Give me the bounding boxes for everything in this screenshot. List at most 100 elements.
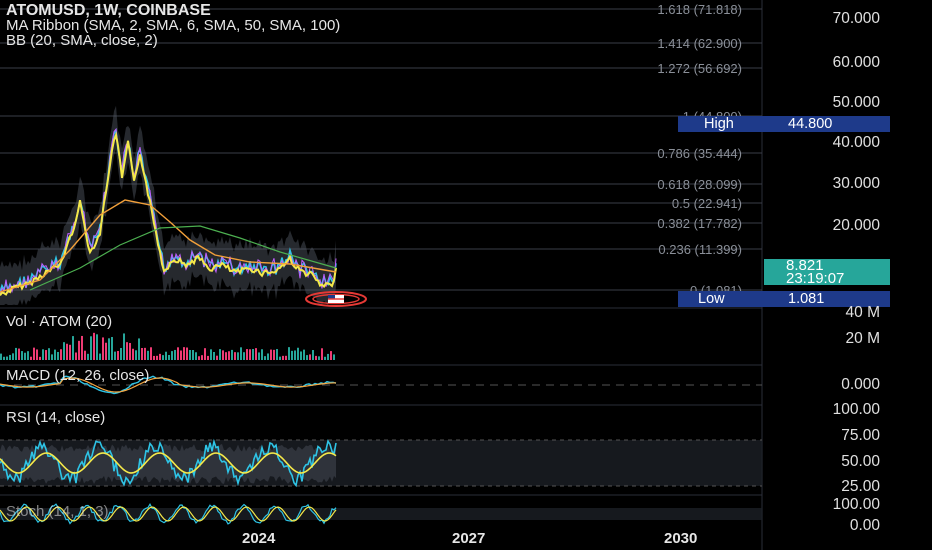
volume-bar [189,349,191,360]
volume-bar [93,332,95,360]
rsi-tick: 100.00 [832,401,880,418]
volume-bar [117,351,119,360]
volume-bar [69,344,71,360]
volume-bar [240,347,242,360]
volume-bar [318,356,320,360]
volume-bar [264,356,266,360]
volume-bar [246,349,248,360]
high-tag-label: High [704,116,734,132]
volume-bar [9,354,11,360]
volume-bar [18,348,20,360]
volume-bar [108,338,110,360]
volume-bar [228,351,230,360]
volume-bar [279,356,281,360]
volume-bar [120,348,122,360]
volume-bar [48,348,50,360]
volume-bar [150,347,152,360]
volume-bar [135,350,137,360]
volume-bar [183,347,185,360]
volume-bar [321,348,323,360]
volume-bar [174,349,176,360]
volume-bar [282,355,284,360]
volume-bar [207,355,209,360]
volume-bar [90,336,92,360]
bar-countdown: 23:19:07 [786,270,845,287]
rsi-bb-band [0,444,336,484]
stoch-legend[interactable]: Stoch (14, 1, 3) [6,503,109,520]
volume-bar [12,353,14,360]
volume-bar [177,347,179,360]
volume-bar [219,349,221,360]
volume-bar [288,347,290,360]
volume-bar [309,354,311,360]
volume-bar [330,351,332,360]
rsi-pane [0,438,762,488]
volume-bar [315,355,317,360]
current-price-tag: 8.821 23:19:07 [764,258,890,287]
flag-marker-icon[interactable] [305,291,367,307]
volume-bar [159,353,161,360]
volume-bar [126,342,128,360]
volume-bar [261,349,263,360]
volume-bar [30,356,32,360]
volume-bar [138,338,140,360]
volume-bar [300,351,302,360]
rsi-tick: 50.00 [841,453,880,470]
volume-bar [165,351,167,360]
volume-pane [0,332,335,360]
volume-bar [213,352,215,360]
volume-bar [162,355,164,360]
stoch-pane [0,503,762,525]
volume-bar [225,352,227,360]
volume-bar [33,347,35,360]
volume-bar [255,348,257,360]
volume-bar [3,356,5,360]
price-tick: 50.000 [832,94,880,111]
volume-legend[interactable]: Vol · ATOM (20) [6,313,112,330]
volume-bar [234,352,236,360]
volume-bar [27,351,29,360]
volume-bar [114,351,116,360]
bb-legend[interactable]: BB (20, SMA, close, 2) [6,32,158,49]
volume-bar [132,348,134,360]
volume-bar [105,342,107,360]
volume-bar [243,352,245,360]
fib-label: 0.5 (22.941) [671,196,742,211]
volume-bar [111,336,113,360]
volume-bar [294,350,296,360]
volume-bar [258,352,260,360]
volume-bar [285,355,287,360]
volume-bar [276,349,278,360]
volume-bar [15,347,17,360]
rsi-legend[interactable]: RSI (14, close) [6,409,105,426]
volume-bar [102,337,104,360]
volume-bar [75,352,77,360]
volume-bar [72,336,74,360]
volume-bar [39,356,41,360]
volume-bar [216,355,218,360]
volume-bar [231,349,233,360]
volume-bar [66,343,68,360]
volume-bar [252,349,254,360]
macd-legend[interactable]: MACD (12, 26, close) [6,367,149,384]
volume-bar [204,348,206,360]
volume-bar [54,349,56,360]
volume-bar [153,355,155,360]
volume-bar [51,354,53,360]
volume-bar [273,349,275,360]
volume-bar [249,349,251,360]
low-tag-value: 1.081 [788,291,825,307]
volume-bar [45,350,47,360]
volume-bar [267,353,269,360]
rsi-tick: 25.00 [841,478,880,495]
volume-bar [306,355,308,360]
volume-bar [21,351,23,360]
price-tick: 40.000 [832,134,880,151]
volume-bar [192,350,194,360]
fib-label: 0.236 (11.399) [658,242,742,257]
volume-bar [327,353,329,360]
stoch-band [0,508,762,520]
volume-bar [198,356,200,360]
price-pane [0,105,337,305]
volume-bar [36,349,38,360]
